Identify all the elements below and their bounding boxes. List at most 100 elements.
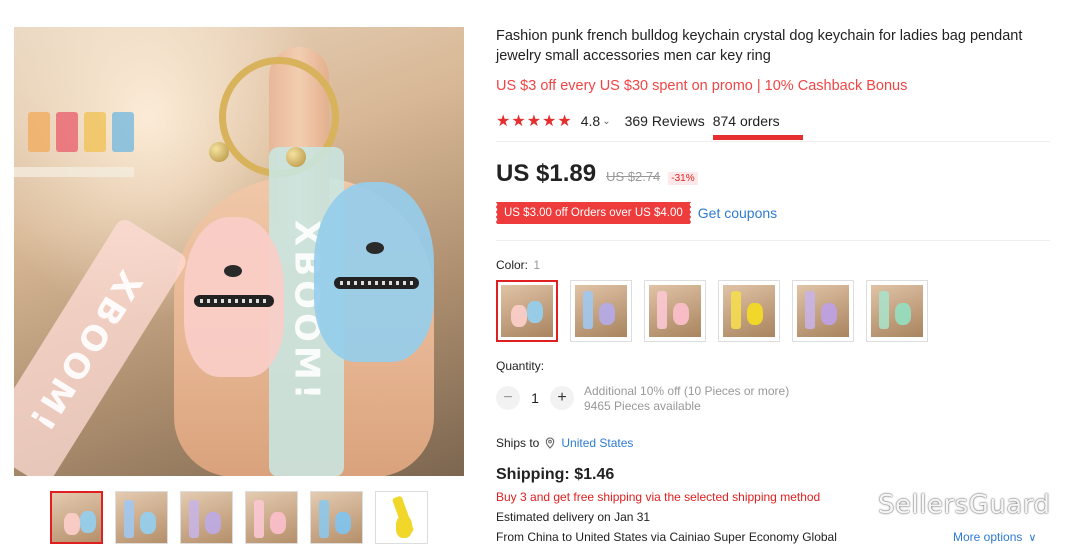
swatch-charm — [511, 305, 527, 327]
orders-underline — [713, 135, 803, 140]
dog-snout — [366, 242, 384, 254]
dog-collar — [194, 295, 274, 307]
coupon-badge[interactable]: US $3.00 off Orders over US $4.00 — [495, 202, 691, 224]
thumbnail[interactable] — [310, 491, 363, 544]
swatch-strap — [731, 291, 741, 329]
availability-text: 9465 Pieces available — [584, 399, 701, 413]
swatch-charm — [599, 303, 615, 325]
location-pin-icon — [546, 437, 555, 449]
blue-bulldog-charm — [314, 182, 434, 362]
ships-to-label: Ships to — [496, 436, 540, 450]
background-cup — [112, 112, 134, 152]
coupon-row: US $3.00 off Orders over US $4.00 Get co… — [495, 202, 777, 224]
color-count: 1 — [533, 258, 541, 272]
current-price: US $1.89 — [496, 160, 597, 187]
shipping-method: via Cainiao Super Economy Global — [650, 530, 837, 544]
image-thumbnails — [50, 491, 428, 544]
swatch-charm — [895, 303, 911, 325]
to-word: to — [562, 530, 573, 544]
color-swatch-green[interactable] — [866, 280, 928, 342]
bulk-discount-text: Additional 10% off (10 Pieces or more) — [584, 384, 790, 398]
ships-to-country-select[interactable]: United States — [561, 436, 633, 450]
thumbnail[interactable] — [115, 491, 168, 544]
thumbnail[interactable] — [180, 491, 233, 544]
swatch-charm — [747, 303, 763, 325]
more-options-button[interactable]: More options ∨ — [953, 530, 1036, 544]
background-shelf — [14, 167, 134, 177]
swatch-strap — [805, 291, 815, 329]
pink-bulldog-charm — [184, 217, 284, 377]
estimated-delivery: Estimated delivery on Jan 31 — [496, 510, 650, 524]
background-cup — [28, 112, 50, 152]
strap-text: XBOOM! — [18, 263, 150, 441]
color-swatch-blue-purple[interactable] — [570, 280, 632, 342]
color-swatch-pink-blue[interactable] — [496, 280, 558, 342]
swatch-charm — [673, 303, 689, 325]
shipping-cost: Shipping: $1.46 — [496, 466, 615, 483]
color-label-text: Color: — [496, 258, 529, 272]
quantity-stepper: − 1 + — [496, 386, 574, 410]
from-country: China — [527, 530, 559, 544]
thumb-charm — [80, 511, 96, 533]
thumbnail[interactable] — [245, 491, 298, 544]
wechat-icon — [842, 493, 872, 516]
original-price: US $2.74 — [606, 169, 661, 184]
quantity-value[interactable]: 1 — [520, 390, 550, 406]
rating-value[interactable]: 4.8 — [581, 113, 600, 129]
quantity-plus-button[interactable]: + — [550, 386, 574, 410]
reviews-link[interactable]: 369 Reviews — [625, 113, 705, 129]
dog-snout — [224, 265, 242, 277]
quantity-info: Additional 10% off (10 Pieces or more) 9… — [584, 384, 789, 414]
watermark-text: SellersGuard — [878, 490, 1051, 520]
orders-count: 874 orders — [712, 113, 780, 129]
promo-text[interactable]: US $3 off every US $30 spent on promo | … — [496, 78, 907, 94]
watermark: SellersGuard — [842, 490, 1050, 520]
thumb-charm — [396, 516, 412, 538]
color-swatch-pink[interactable] — [644, 280, 706, 342]
color-label: Color: 1 — [496, 258, 540, 272]
color-swatch-purple[interactable] — [792, 280, 854, 342]
divider — [496, 240, 1050, 241]
delivery-prefix: Estimated delivery on — [496, 510, 611, 524]
color-swatch-yellow[interactable] — [718, 280, 780, 342]
thumb-charm — [270, 512, 286, 534]
swatch-charm — [527, 301, 543, 323]
chevron-down-icon: ∨ — [1028, 531, 1037, 544]
dog-collar — [334, 277, 419, 289]
to-country: United States — [575, 530, 648, 544]
delivery-date: Jan 31 — [614, 510, 651, 524]
more-options-label: More options — [953, 530, 1023, 544]
rating-stars-icon: ★★★★★ — [496, 113, 573, 130]
shipping-route: From China to United States via Cainiao … — [496, 530, 837, 544]
quantity-minus-button[interactable]: − — [496, 386, 520, 410]
background-cup — [56, 112, 78, 152]
rating-row: ★★★★★ 4.8 ⌄ 369 Reviews 874 orders — [496, 111, 780, 131]
gold-clasp — [209, 142, 229, 162]
main-product-image[interactable]: XBOOM! XBOOM! — [14, 27, 464, 476]
swatch-charm — [821, 303, 837, 325]
thumb-charm — [335, 512, 351, 534]
gold-clasp — [286, 147, 306, 167]
product-title: Fashion punk french bulldog keychain cry… — [496, 28, 1023, 64]
background-cup — [84, 112, 106, 152]
swatch-strap — [583, 291, 593, 329]
thumb-charm — [64, 513, 80, 535]
thumb-charm — [140, 512, 156, 534]
thumbnail[interactable] — [50, 491, 103, 544]
chevron-down-icon[interactable]: ⌄ — [602, 116, 610, 127]
thumb-charm — [205, 512, 221, 534]
discount-badge: -31% — [668, 172, 698, 185]
swatch-strap — [879, 291, 889, 329]
thumb-strap — [189, 500, 199, 538]
quantity-label: Quantity: — [496, 359, 545, 373]
free-shipping-promo: Buy 3 and get free shipping via the sele… — [496, 490, 821, 504]
swatch-strap — [657, 291, 667, 329]
get-coupons-link[interactable]: Get coupons — [698, 205, 777, 221]
divider — [496, 141, 1050, 142]
thumbnail[interactable] — [375, 491, 428, 544]
price-row: US $1.89 US $2.74 -31% — [496, 160, 698, 188]
from-prefix: From — [496, 530, 524, 544]
ships-to-row: Ships to United States — [496, 436, 633, 450]
pink-strap: XBOOM! — [14, 216, 190, 476]
thumb-strap — [319, 500, 329, 538]
